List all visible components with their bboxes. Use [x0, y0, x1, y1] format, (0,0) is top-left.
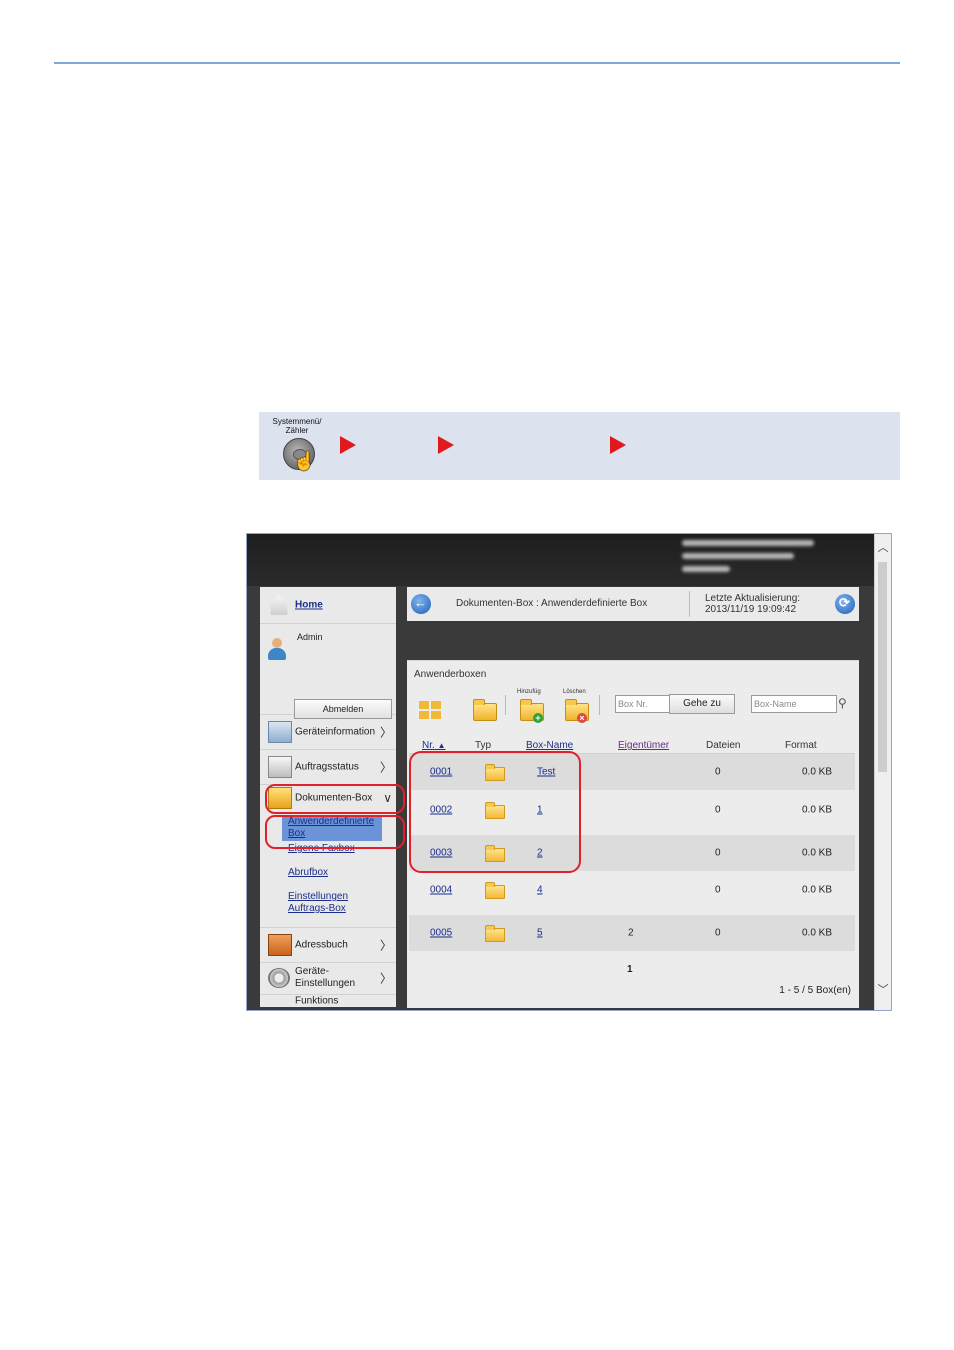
box-number-input[interactable]: Box Nr. — [615, 695, 671, 713]
subitem-polling-box[interactable]: Abrufbox — [288, 867, 328, 879]
sidebar-item-device-settings[interactable]: Geräte- Einstellungen 〉 — [260, 962, 396, 995]
last-update-value: 2013/11/19 19:09:42 — [705, 604, 797, 615]
col-header-format: Format — [785, 740, 817, 751]
sort-asc-icon: ▲ — [437, 741, 446, 750]
address-book-icon — [268, 934, 292, 956]
box-format: 0.0 KB — [802, 804, 833, 816]
delete-badge-icon: × — [577, 713, 587, 723]
home-icon — [268, 595, 290, 615]
box-name[interactable]: 4 — [537, 885, 543, 896]
chevron-right-icon: 〉 — [379, 760, 392, 775]
breadcrumb-path: Dokumenten-Box : Anwenderdefinierte Box — [456, 598, 648, 609]
highlight-user-box — [265, 815, 405, 849]
scroll-up-icon[interactable]: ︿ — [877, 542, 889, 554]
back-arrow-icon[interactable] — [411, 594, 431, 614]
job-status-icon — [268, 756, 292, 778]
embedded-screenshot: Home Admin Abmelden Geräteinformation 〉 … — [246, 533, 892, 1011]
breadcrumb: Dokumenten-Box : Anwenderdefinierte Box … — [407, 587, 859, 621]
user-avatar-icon — [268, 638, 290, 660]
sidebar-item-label: Adressbuch — [295, 939, 348, 951]
table-row[interactable]: 0005 5 2 0 0.0 KB — [409, 915, 855, 951]
device-header-band — [247, 534, 875, 586]
scroll-down-icon[interactable]: ﹀ — [877, 984, 889, 996]
scrollbar[interactable]: ︿ ﹀ — [874, 534, 891, 1010]
step-arrow-icon — [438, 436, 454, 454]
box-files: 0 — [715, 884, 721, 896]
col-header-box-name[interactable]: Box-Name — [526, 740, 573, 751]
box-count: 1 - 5 / 5 Box(en) — [779, 985, 851, 996]
grid-view-icon[interactable] — [419, 701, 441, 719]
box-files: 0 — [715, 766, 721, 778]
goto-button[interactable]: Gehe zu — [669, 694, 735, 714]
sidebar-item-label: Funktions — [295, 995, 339, 1007]
col-header-files: Dateien — [706, 740, 741, 751]
user-name: Admin — [297, 632, 323, 642]
highlight-boxes — [409, 751, 581, 873]
last-update-label: Letzte Aktualisierung: — [705, 593, 801, 604]
box-owner: 2 — [628, 927, 634, 939]
folder-user-icon[interactable] — [473, 699, 497, 721]
box-format: 0.0 KB — [802, 766, 833, 778]
divider — [505, 695, 506, 715]
folder-icon — [485, 925, 505, 942]
box-format: 0.0 KB — [802, 847, 833, 859]
home-link[interactable]: Home — [295, 600, 323, 611]
last-update: Letzte Aktualisierung: 2013/11/19 19:09:… — [705, 593, 800, 615]
col-header-owner[interactable]: Eigentümer — [618, 740, 669, 751]
chevron-right-icon: 〉 — [379, 938, 392, 953]
sidebar-item-label: Auftragsstatus — [295, 761, 359, 773]
page-number[interactable]: 1 — [627, 964, 633, 975]
box-number[interactable]: 0005 — [430, 928, 452, 939]
box-files: 0 — [715, 847, 721, 859]
panel-title: Anwenderboxen — [414, 669, 487, 680]
col-header-type: Typ — [475, 740, 492, 751]
page-top-rule — [54, 62, 900, 64]
col-header-nr[interactable]: Nr. ▲ — [422, 740, 445, 751]
highlight-document-box — [265, 784, 405, 814]
sidebar-item-address-book[interactable]: Adressbuch 〉 — [260, 927, 396, 963]
plus-badge-icon: + — [533, 713, 543, 723]
sidebar-item-device-info[interactable]: Geräteinformation 〉 — [260, 715, 396, 750]
box-format: 0.0 KB — [802, 927, 833, 939]
chevron-right-icon: 〉 — [379, 971, 392, 986]
sidebar-item-label: Geräte- Einstellungen — [295, 966, 356, 989]
delete-label: Löschen — [563, 689, 586, 695]
divider — [689, 591, 690, 617]
box-format: 0.0 KB — [802, 884, 833, 896]
box-files: 0 — [715, 804, 721, 816]
search-icon[interactable]: ⚲ — [838, 696, 847, 710]
chevron-right-icon: 〉 — [379, 725, 392, 740]
refresh-icon[interactable] — [835, 594, 855, 614]
hand-press-icon: ☝ — [293, 451, 316, 471]
step-arrow-icon — [610, 436, 626, 454]
box-name[interactable]: 5 — [537, 928, 543, 939]
user-section: Admin Abmelden — [260, 624, 396, 719]
divider — [599, 695, 600, 715]
step-arrow-icon — [340, 436, 356, 454]
sidebar-item-home[interactable]: Home — [260, 587, 396, 624]
box-files: 0 — [715, 927, 721, 939]
sidebar-item-job-status[interactable]: Auftragsstatus 〉 — [260, 750, 396, 785]
subitem-job-box-settings[interactable]: Einstellungen Auftrags-Box — [288, 891, 368, 915]
system-menu-caption: Systemmenü/ Zähler — [272, 417, 322, 435]
add-label: Hinzufüg — [517, 689, 541, 695]
box-number[interactable]: 0004 — [430, 885, 452, 896]
table-row[interactable]: 0004 4 0 0.0 KB — [409, 872, 855, 908]
folder-icon — [485, 882, 505, 899]
device-settings-icon — [268, 968, 290, 988]
sidebar-item-functions[interactable]: Funktions — [260, 995, 396, 1007]
box-name-input[interactable]: Box-Name — [751, 695, 837, 713]
scrollbar-thumb[interactable] — [878, 562, 887, 772]
sidebar-item-label: Geräteinformation — [295, 726, 376, 738]
device-info-icon — [268, 721, 292, 743]
